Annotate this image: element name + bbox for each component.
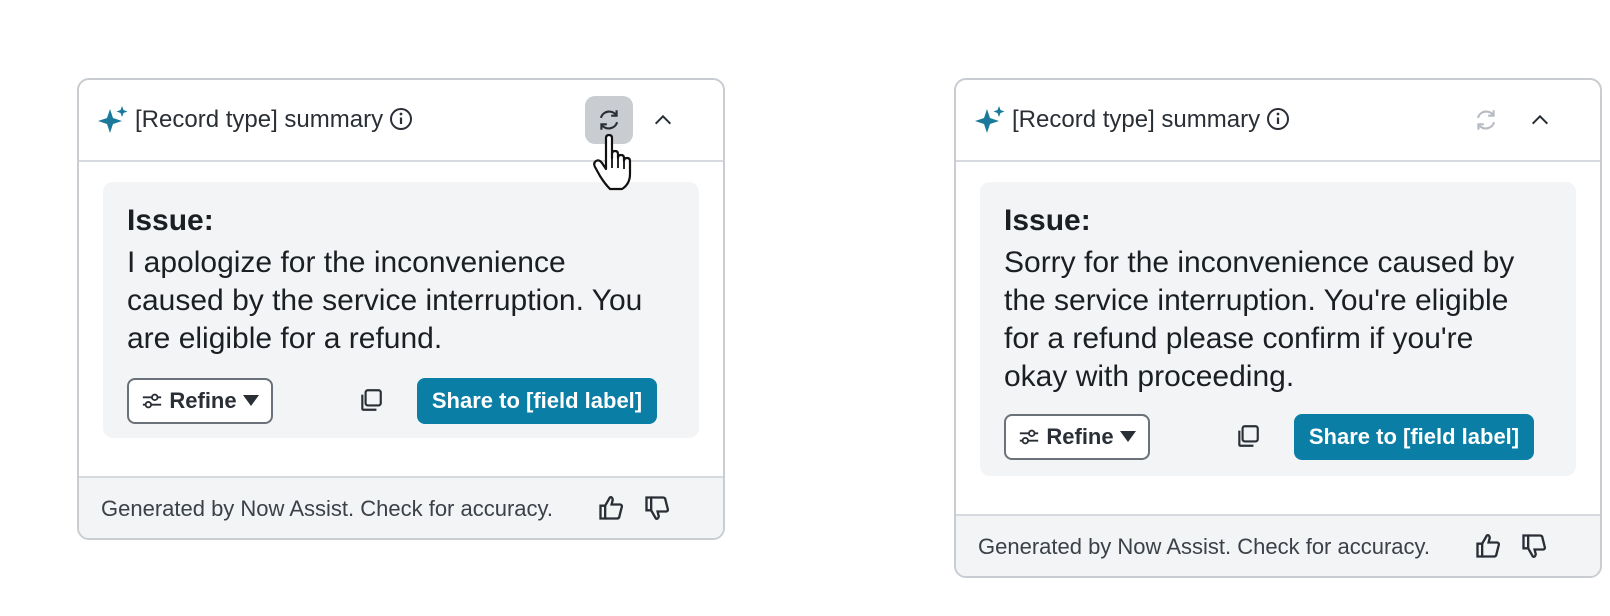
refresh-icon [1476,110,1496,130]
copy-button[interactable] [355,384,387,416]
info-icon[interactable] [389,107,413,131]
thumbs-up-icon[interactable] [597,494,625,522]
thumbs-down-icon[interactable] [1520,532,1548,560]
share-button[interactable]: Share to [field label] [417,378,657,424]
refine-label: Refine [169,388,237,413]
summary-card-2: [Record type] summary Issue: Sorry for t… [954,78,1602,578]
thumbs-up-icon[interactable] [1474,532,1502,560]
regenerate-button[interactable] [1462,96,1510,144]
sparkle-icon [98,106,128,133]
refine-button[interactable]: Refine [1004,414,1150,460]
copy-button[interactable] [1232,420,1264,452]
issue-text: Sorry for the inconvenience caused by th… [1004,246,1515,393]
card-title: [Record type] summary [135,106,384,133]
card-title: [Record type] summary [1012,106,1261,133]
refine-button[interactable]: Refine [127,378,273,424]
card-footer: Generated by Now Assist. Check for accur… [956,514,1600,576]
issue-label: Issue: [1004,204,1091,237]
copy-icon [361,389,382,411]
sparkle-icon [975,106,1005,133]
collapse-button[interactable] [1520,100,1560,140]
disclaimer-text: Generated by Now Assist. Check for accur… [978,534,1430,559]
summary-panel: Issue: Sorry for the inconvenience cause… [980,182,1576,476]
refine-label: Refine [1046,424,1114,449]
chevron-up-icon [654,114,672,125]
share-button[interactable]: Share to [field label] [1294,414,1534,460]
copy-icon [1238,425,1259,447]
sliders-icon [143,393,162,409]
pointer-cursor [593,134,632,191]
caret-down-icon [242,395,259,406]
summary-panel: Issue: I apologize for the inconvenience… [103,182,699,438]
thumbs-down-icon[interactable] [643,494,671,522]
chevron-up-icon [1531,114,1549,125]
card-header: [Record type] summary [956,80,1600,162]
collapse-button[interactable] [643,100,683,140]
refresh-icon [599,110,619,130]
sliders-icon [1020,429,1039,445]
issue-text: I apologize for the inconvenience caused… [127,246,643,355]
info-icon[interactable] [1266,107,1290,131]
card-footer: Generated by Now Assist. Check for accur… [79,476,723,538]
disclaimer-text: Generated by Now Assist. Check for accur… [101,496,553,521]
caret-down-icon [1119,431,1136,442]
issue-label: Issue: [127,204,214,237]
